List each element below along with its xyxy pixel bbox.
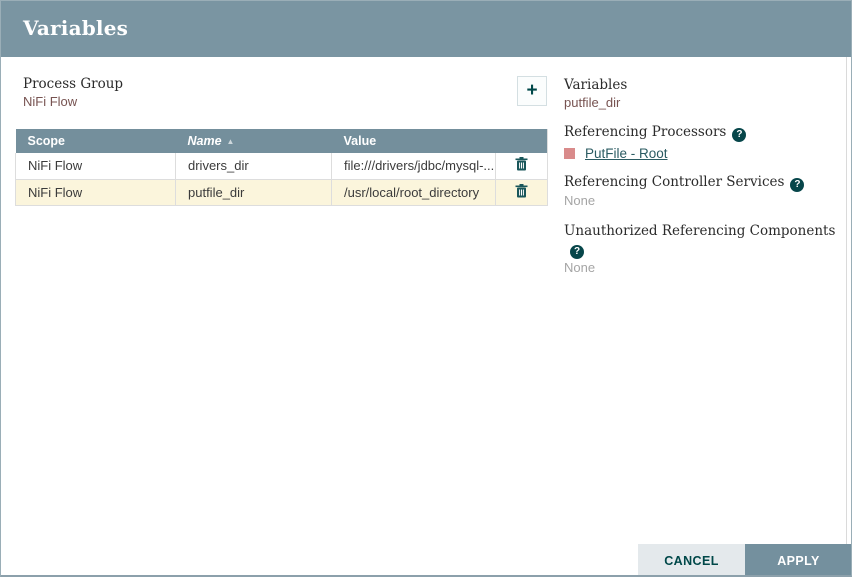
variable-details-panel: Variables putfile_dir Referencing Proces…	[564, 76, 844, 289]
variables-label: Variables	[564, 76, 844, 94]
process-group-value: NiFi Flow	[23, 93, 123, 110]
cell-value: /usr/local/root_directory	[332, 179, 496, 205]
content-scroll-gutter	[846, 57, 847, 544]
dialog-header: Variables	[1, 1, 851, 57]
variables-dialog: Variables Process Group NiFi Flow + Scop…	[0, 0, 852, 577]
selected-variable-name: putfile_dir	[564, 94, 844, 111]
column-header-name[interactable]: Name▲	[176, 129, 332, 153]
help-icon[interactable]: ?	[570, 245, 584, 259]
selected-variable-section: Variables putfile_dir	[564, 76, 844, 111]
table-row[interactable]: NiFi Flow putfile_dir /usr/local/root_di…	[16, 179, 548, 205]
unauthorized-components-section: Unauthorized Referencing Components? Non…	[564, 222, 844, 277]
trash-icon	[515, 157, 528, 171]
cell-actions	[496, 153, 548, 179]
referencing-processors-label: Referencing Processors?	[564, 123, 844, 142]
referencing-controller-services-label: Referencing Controller Services?	[564, 173, 844, 192]
referencing-processors-section: Referencing Processors? PutFile - Root	[564, 123, 844, 161]
apply-button[interactable]: APPLY	[745, 544, 852, 577]
variables-table: Scope Name▲ Value NiFi Flow drivers_dir …	[15, 129, 547, 206]
column-header-value[interactable]: Value	[332, 129, 496, 153]
delete-variable-button[interactable]	[515, 184, 528, 198]
table-row[interactable]: NiFi Flow drivers_dir file:///drivers/jd…	[16, 153, 548, 179]
cell-value: file:///drivers/jdbc/mysql-...	[332, 153, 496, 179]
cell-scope: NiFi Flow	[16, 179, 176, 205]
help-icon[interactable]: ?	[790, 178, 804, 192]
trash-icon	[515, 184, 528, 198]
cell-scope: NiFi Flow	[16, 153, 176, 179]
unauthorized-components-label: Unauthorized Referencing Components?	[564, 222, 844, 259]
referencing-processor-link[interactable]: PutFile - Root	[585, 146, 668, 161]
cell-name: drivers_dir	[176, 153, 332, 179]
cancel-button[interactable]: CANCEL	[638, 544, 745, 577]
table-header-row: Scope Name▲ Value	[16, 129, 548, 153]
column-header-scope[interactable]: Scope	[16, 129, 176, 153]
add-variable-button[interactable]: +	[517, 76, 547, 106]
referencing-controller-services-value: None	[564, 192, 844, 210]
cell-actions	[496, 179, 548, 205]
processor-state-square-icon	[564, 148, 575, 159]
cell-name: putfile_dir	[176, 179, 332, 205]
process-group-label: Process Group	[23, 76, 123, 93]
process-group-block: Process Group NiFi Flow	[23, 76, 123, 110]
sort-ascending-icon: ▲	[227, 137, 235, 146]
delete-variable-button[interactable]	[515, 157, 528, 171]
referencing-controller-services-section: Referencing Controller Services? None	[564, 173, 844, 210]
column-header-actions	[496, 129, 548, 153]
referencing-processor-item: PutFile - Root	[564, 146, 844, 161]
help-icon[interactable]: ?	[732, 128, 746, 142]
dialog-title: Variables	[23, 16, 128, 40]
plus-icon: +	[526, 80, 537, 101]
unauthorized-components-value: None	[564, 259, 844, 277]
